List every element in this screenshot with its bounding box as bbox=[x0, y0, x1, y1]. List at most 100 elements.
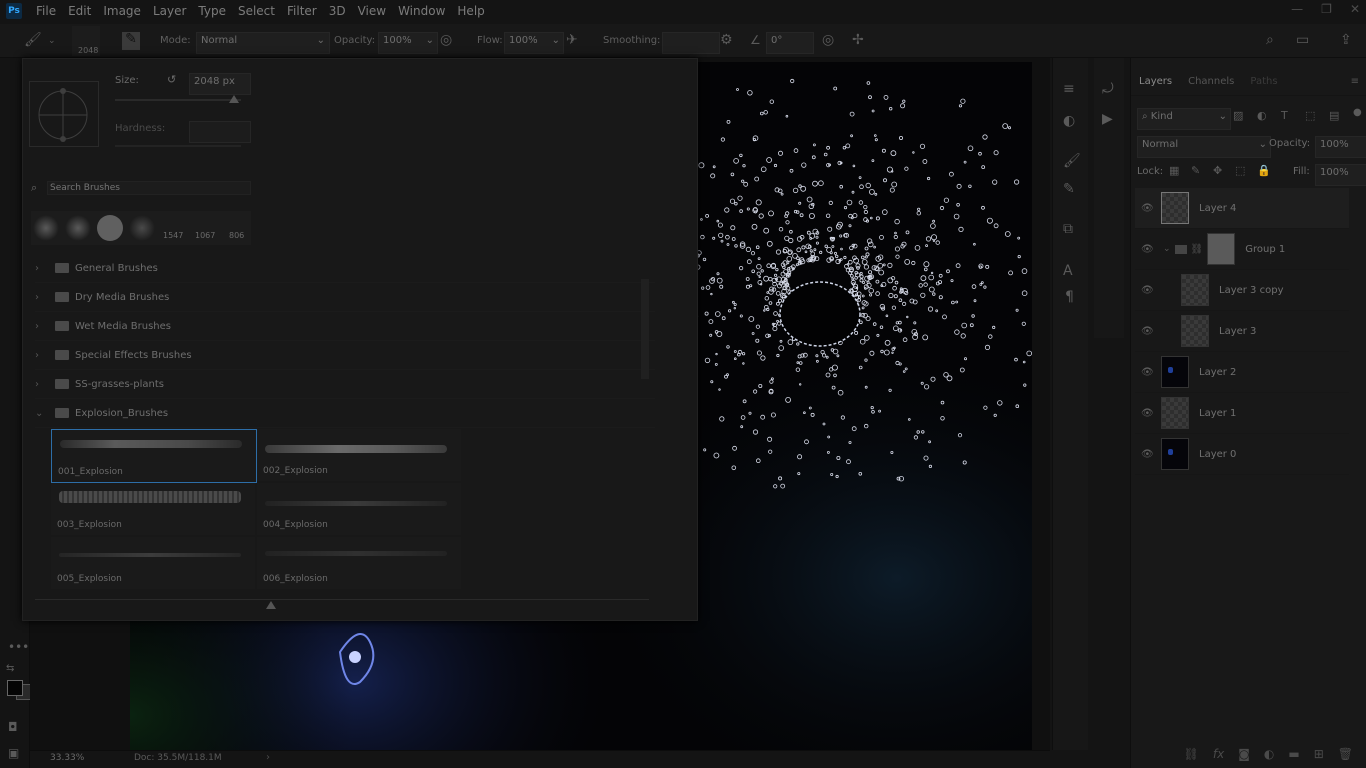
menu-image[interactable]: Image bbox=[103, 4, 141, 18]
visibility-eye-icon[interactable]: 👁 bbox=[1141, 285, 1155, 296]
workspace-icon[interactable]: ▭ bbox=[1296, 33, 1309, 47]
menu-view[interactable]: View bbox=[358, 4, 386, 18]
foreground-color-swatch[interactable] bbox=[7, 680, 23, 696]
chevron-right-icon[interactable]: › bbox=[35, 350, 47, 361]
menu-select[interactable]: Select bbox=[238, 4, 275, 18]
chevron-down-icon[interactable]: ⌄ bbox=[35, 408, 47, 419]
recent-brush-soft[interactable] bbox=[33, 215, 59, 241]
brush-tile-006[interactable]: 006_Explosion bbox=[257, 537, 461, 589]
brush-tool-icon[interactable]: 🖌 bbox=[24, 33, 42, 47]
history-states-icon[interactable]: ⤾ bbox=[1102, 82, 1114, 96]
blend-mode-select[interactable]: Normal ⌄ bbox=[1137, 136, 1271, 158]
recent-brush-hard[interactable] bbox=[97, 215, 123, 241]
filter-pixel-icon[interactable]: ▨ bbox=[1233, 109, 1243, 123]
recent-brush-size-3[interactable]: 806 bbox=[229, 231, 244, 240]
menu-layer[interactable]: Layer bbox=[153, 4, 186, 18]
visibility-eye-icon[interactable]: 👁 bbox=[1141, 244, 1155, 255]
symmetry-butterfly-icon[interactable]: ✢ bbox=[852, 33, 864, 47]
chevron-down-icon[interactable]: ⌄ bbox=[48, 34, 56, 48]
hardness-input[interactable] bbox=[189, 121, 251, 143]
fill-input[interactable]: 100% bbox=[1315, 164, 1366, 186]
mode-select[interactable]: Normal ⌄ bbox=[196, 32, 330, 54]
layer-row-layer-2[interactable]: 👁 Layer 2 bbox=[1135, 352, 1349, 393]
restore-icon[interactable]: ❐ bbox=[1321, 2, 1332, 16]
visibility-eye-icon[interactable]: 👁 bbox=[1141, 408, 1155, 419]
close-icon[interactable]: ✕ bbox=[1350, 2, 1360, 16]
visibility-eye-icon[interactable]: 👁 bbox=[1141, 367, 1155, 378]
recent-brush-soft-2[interactable] bbox=[65, 215, 91, 241]
filter-type-icon[interactable]: T bbox=[1281, 109, 1288, 123]
tab-channels[interactable]: Channels bbox=[1188, 76, 1234, 87]
fx-icon[interactable]: fx bbox=[1213, 747, 1224, 761]
brush-folder-explosion[interactable]: ⌄ Explosion_Brushes bbox=[35, 399, 655, 428]
brush-tile-002[interactable]: 002_Explosion bbox=[257, 429, 461, 481]
lock-position-icon[interactable]: ✥ bbox=[1213, 164, 1222, 178]
tab-layers[interactable]: Layers bbox=[1139, 76, 1172, 87]
lock-pixels-icon[interactable]: ✎ bbox=[1191, 164, 1200, 178]
reset-size-icon[interactable]: ↺ bbox=[167, 73, 176, 86]
size-slider-thumb[interactable] bbox=[229, 95, 239, 103]
chevron-right-icon[interactable]: › bbox=[35, 321, 47, 332]
preview-size-thumb[interactable] bbox=[266, 601, 276, 609]
layer-row-layer-3-copy[interactable]: 👁 Layer 3 copy bbox=[1135, 270, 1349, 311]
visibility-eye-icon[interactable]: 👁 bbox=[1141, 203, 1155, 214]
menu-filter[interactable]: Filter bbox=[287, 4, 317, 18]
airbrush-icon[interactable]: ✈ bbox=[566, 33, 578, 47]
visibility-eye-icon[interactable]: 👁 bbox=[1141, 449, 1155, 460]
filter-toggle-icon[interactable]: ● bbox=[1353, 106, 1362, 120]
brush-folder-wet-media[interactable]: › Wet Media Brushes bbox=[35, 312, 655, 341]
pressure-opacity-icon[interactable]: ◎ bbox=[440, 33, 452, 47]
search-icon[interactable]: ⌕ bbox=[1266, 33, 1274, 47]
brush-folder-ss-grasses-plants[interactable]: › SS-grasses-plants bbox=[35, 370, 655, 399]
add-mask-icon[interactable]: ◙ bbox=[1238, 747, 1250, 761]
menu-help[interactable]: Help bbox=[457, 4, 484, 18]
chevron-right-icon[interactable]: › bbox=[35, 292, 47, 303]
swap-colors-icon[interactable]: ⇆ bbox=[6, 662, 14, 676]
menu-edit[interactable]: Edit bbox=[68, 4, 91, 18]
new-group-icon[interactable]: ▬ bbox=[1288, 747, 1299, 761]
filter-smart-object-icon[interactable]: ▤ bbox=[1329, 109, 1339, 123]
brush-angle-preview[interactable] bbox=[29, 81, 99, 147]
menu-file[interactable]: File bbox=[36, 4, 56, 18]
menu-window[interactable]: Window bbox=[398, 4, 445, 18]
chevron-right-icon[interactable]: › bbox=[35, 263, 47, 274]
size-input[interactable]: 2048 px bbox=[189, 73, 251, 95]
brush-icon[interactable]: 🖌 bbox=[1063, 154, 1081, 168]
layer-row-layer-3[interactable]: 👁 Layer 3 bbox=[1135, 311, 1349, 352]
history-icon[interactable]: ◐ bbox=[1063, 114, 1075, 128]
chevron-down-icon[interactable]: ⌄ bbox=[1163, 244, 1171, 254]
layer-row-group-1[interactable]: 👁 ⌄ ⛓ Group 1 bbox=[1135, 229, 1349, 270]
brush-tile-005[interactable]: 005_Explosion bbox=[51, 537, 255, 589]
layer-row-layer-0[interactable]: 👁 Layer 0 bbox=[1135, 434, 1349, 475]
preview-size-slider[interactable] bbox=[35, 599, 649, 600]
recent-brush-soft-3[interactable] bbox=[129, 215, 155, 241]
flow-input[interactable]: 100% ⌄ bbox=[504, 32, 564, 54]
lock-transparent-icon[interactable]: ▦ bbox=[1169, 164, 1179, 178]
screen-mode-icon[interactable]: ▣ bbox=[8, 746, 19, 760]
opacity-input[interactable]: 100% ⌄ bbox=[378, 32, 438, 54]
adjustment-layer-icon[interactable]: ◐ bbox=[1264, 747, 1274, 761]
hardness-slider[interactable] bbox=[115, 145, 241, 147]
character-icon[interactable]: A bbox=[1063, 264, 1073, 278]
tab-paths[interactable]: Paths bbox=[1250, 76, 1277, 87]
chevron-right-icon[interactable]: › bbox=[266, 752, 270, 763]
pressure-size-icon[interactable]: ◎ bbox=[822, 33, 834, 47]
minimize-icon[interactable]: — bbox=[1291, 2, 1303, 16]
more-tools-icon[interactable]: ••• bbox=[8, 640, 29, 654]
brush-settings-icon[interactable]: ✎ bbox=[1063, 182, 1075, 196]
filter-adjustment-icon[interactable]: ◐ bbox=[1257, 109, 1267, 123]
paragraph-icon[interactable]: ¶ bbox=[1065, 290, 1074, 304]
menu-type[interactable]: Type bbox=[198, 4, 226, 18]
brush-folder-general[interactable]: › General Brushes bbox=[35, 254, 655, 283]
layer-row-layer-4[interactable]: 👁 Layer 4 bbox=[1135, 188, 1349, 229]
trash-icon[interactable]: 🗑 bbox=[1338, 747, 1353, 761]
size-slider[interactable] bbox=[115, 99, 241, 101]
brush-preset-picker[interactable]: 2048 bbox=[72, 26, 100, 56]
brush-tile-001[interactable]: 001_Explosion bbox=[51, 429, 257, 483]
brush-folder-dry-media[interactable]: › Dry Media Brushes bbox=[35, 283, 655, 312]
adjustments-icon[interactable]: ≡ bbox=[1063, 82, 1075, 96]
clone-source-icon[interactable]: ⧉ bbox=[1063, 222, 1073, 236]
recent-brush-size-2[interactable]: 1067 bbox=[195, 231, 215, 240]
lock-all-icon[interactable]: 🔒 bbox=[1257, 164, 1271, 178]
menu-3d[interactable]: 3D bbox=[329, 4, 346, 18]
